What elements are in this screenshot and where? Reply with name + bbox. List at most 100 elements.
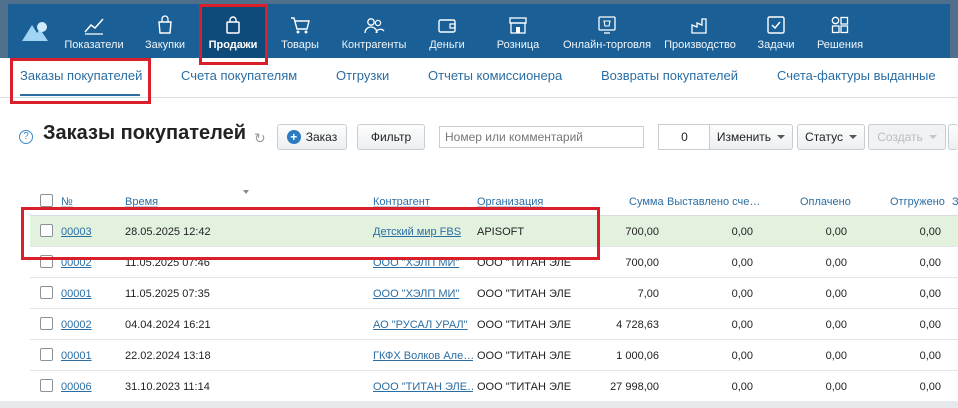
organization: ООО "ТИТАН ЭЛЕ bbox=[477, 288, 572, 300]
wallet-icon bbox=[438, 19, 456, 33]
change-dropdown-button[interactable]: Изменить bbox=[709, 124, 793, 150]
table-row[interactable]: 00001 11.05.2025 07:35 ООО "ХЭЛП МИ" ООО… bbox=[30, 278, 958, 309]
organization: ООО "ТИТАН ЭЛЕ bbox=[477, 319, 572, 331]
counterparty-link[interactable]: ГКФХ Волков Але… bbox=[373, 350, 473, 362]
people-icon bbox=[364, 18, 385, 34]
nav-item-purchases[interactable]: Закупки bbox=[138, 4, 192, 58]
top-navigation-inner: Показатели Закупки Продажи Товары Контра… bbox=[8, 4, 950, 58]
order-sum: 27 998,00 bbox=[610, 381, 659, 393]
order-number-link[interactable]: 00002 bbox=[61, 257, 92, 269]
order-sum: 1 000,06 bbox=[616, 350, 659, 362]
table-row[interactable]: 00002 04.04.2024 16:21 АО "РУСАЛ УРАЛ" О… bbox=[30, 309, 958, 340]
refresh-icon[interactable]: ↻ bbox=[254, 130, 266, 147]
nav-item-retail[interactable]: Розница bbox=[490, 4, 546, 58]
select-all-checkbox[interactable] bbox=[40, 194, 53, 207]
nav-item-label: Задачи bbox=[757, 39, 795, 51]
nav-item-goods[interactable]: Товары bbox=[276, 4, 324, 58]
more-button[interactable] bbox=[948, 124, 958, 150]
counterparty-link[interactable]: АО "РУСАЛ УРАЛ" bbox=[373, 319, 473, 331]
filter-button[interactable]: Фильтр bbox=[357, 124, 425, 150]
column-header-number[interactable]: № bbox=[61, 196, 73, 208]
order-number-link[interactable]: 00006 bbox=[61, 381, 92, 393]
column-header-organization[interactable]: Организация bbox=[477, 196, 543, 208]
chevron-down-icon bbox=[928, 135, 937, 139]
nav-item-label: Закупки bbox=[144, 39, 186, 51]
column-header-time[interactable]: Время bbox=[125, 196, 158, 208]
add-order-button[interactable]: + Заказ bbox=[277, 124, 347, 150]
counterparty-link[interactable]: ООО "ХЭЛП МИ" bbox=[373, 288, 473, 300]
invoiced-amount: 0,00 bbox=[731, 319, 753, 331]
shipped-amount: 0,00 bbox=[919, 226, 941, 238]
nav-item-label: Решения bbox=[816, 39, 864, 51]
apps-grid-icon bbox=[831, 16, 849, 34]
tab-customer-orders[interactable]: Заказы покупателей bbox=[20, 68, 142, 83]
row-checkbox[interactable] bbox=[40, 348, 53, 361]
organization: APISOFT bbox=[477, 226, 525, 238]
column-header-invoiced[interactable]: Выставлено сче… bbox=[667, 196, 760, 208]
order-time: 11.05.2025 07:46 bbox=[125, 257, 210, 269]
nav-item-tasks[interactable]: Задачи bbox=[752, 4, 800, 58]
tab-customer-returns[interactable]: Возвраты покупателей bbox=[601, 68, 738, 83]
invoiced-amount: 0,00 bbox=[731, 350, 753, 362]
status-dropdown-button[interactable]: Статус bbox=[797, 124, 865, 150]
nav-item-label: Деньги bbox=[429, 39, 465, 51]
order-number-link[interactable]: 00001 bbox=[61, 288, 92, 300]
table-row[interactable]: 00003 28.05.2025 12:42 Детский мир FBS A… bbox=[30, 216, 958, 247]
counterparty-link[interactable]: ООО "ТИТАН ЭЛЕ… bbox=[373, 381, 473, 393]
active-tab-indicator bbox=[20, 94, 140, 96]
order-number-link[interactable]: 00003 bbox=[61, 226, 92, 238]
table-row[interactable]: 00002 11.05.2025 07:46 ООО "ХЭЛП МИ" ООО… bbox=[30, 247, 958, 278]
row-checkbox[interactable] bbox=[40, 255, 53, 268]
nav-item-money[interactable]: Деньги bbox=[422, 4, 472, 58]
order-time: 31.10.2023 11:14 bbox=[125, 381, 210, 393]
column-header-counterparty[interactable]: Контрагент bbox=[373, 196, 430, 208]
add-order-label: Заказ bbox=[305, 130, 338, 144]
sort-desc-icon bbox=[243, 190, 249, 194]
nav-item-sales[interactable]: Продажи bbox=[200, 4, 266, 58]
column-header-sum[interactable]: Сумма bbox=[629, 196, 664, 208]
order-sum: 4 728,63 bbox=[616, 319, 659, 331]
column-header-shipped[interactable]: Отгружено bbox=[890, 196, 945, 208]
counterparty-link[interactable]: Детский мир FBS bbox=[373, 226, 473, 238]
order-number-link[interactable]: 00001 bbox=[61, 350, 92, 362]
app-logo[interactable] bbox=[20, 19, 50, 43]
tab-shipments[interactable]: Отгрузки bbox=[336, 68, 389, 83]
order-time: 22.02.2024 13:18 bbox=[125, 350, 211, 362]
order-time: 04.04.2024 16:21 bbox=[125, 319, 211, 331]
row-checkbox[interactable] bbox=[40, 224, 53, 237]
table-row[interactable]: 00006 31.10.2023 11:14 ООО "ТИТАН ЭЛЕ… О… bbox=[30, 371, 958, 402]
nav-item-online-trade[interactable]: Онлайн-торговля bbox=[554, 4, 660, 58]
horizontal-scrollbar[interactable] bbox=[0, 401, 958, 408]
table-row[interactable]: 00001 22.02.2024 13:18 ГКФХ Волков Але… … bbox=[30, 340, 958, 371]
create-dropdown-button[interactable]: Создать bbox=[868, 124, 946, 150]
tab-issued-invoices[interactable]: Счета-фактуры выданные bbox=[777, 68, 936, 83]
nav-item-production[interactable]: Производство bbox=[660, 4, 740, 58]
nav-item-label: Товары bbox=[281, 39, 319, 51]
paid-amount: 0,00 bbox=[825, 288, 847, 300]
nav-item-counterparties[interactable]: Контрагенты bbox=[334, 4, 414, 58]
order-number-link[interactable]: 00002 bbox=[61, 319, 92, 331]
paid-amount: 0,00 bbox=[825, 257, 847, 269]
nav-item-solutions[interactable]: Решения bbox=[812, 4, 868, 58]
shipped-amount: 0,00 bbox=[919, 288, 941, 300]
checkbox-task-icon bbox=[767, 16, 785, 34]
order-sum: 700,00 bbox=[625, 257, 659, 269]
counterparty-link[interactable]: ООО "ХЭЛП МИ" bbox=[373, 257, 473, 269]
nav-item-indicators[interactable]: Показатели bbox=[60, 4, 128, 58]
order-time: 28.05.2025 12:42 bbox=[125, 226, 211, 238]
sales-subtabs: Заказы покупателей Счета покупателям Отг… bbox=[0, 58, 958, 98]
help-icon[interactable]: ? bbox=[19, 130, 33, 144]
search-input[interactable] bbox=[439, 126, 644, 148]
invoiced-amount: 0,00 bbox=[731, 226, 753, 238]
row-checkbox[interactable] bbox=[40, 379, 53, 392]
column-header-paid[interactable]: Оплачено bbox=[800, 196, 851, 208]
invoiced-amount: 0,00 bbox=[731, 381, 753, 393]
tab-customer-invoices[interactable]: Счета покупателям bbox=[181, 68, 297, 83]
status-label: Статус bbox=[805, 130, 843, 144]
column-header-extra[interactable]: З bbox=[952, 196, 958, 208]
chevron-down-icon bbox=[848, 135, 857, 139]
row-checkbox[interactable] bbox=[40, 286, 53, 299]
row-checkbox[interactable] bbox=[40, 317, 53, 330]
tab-commission-reports[interactable]: Отчеты комиссионера bbox=[428, 68, 562, 83]
nav-item-label: Производство bbox=[664, 39, 736, 51]
